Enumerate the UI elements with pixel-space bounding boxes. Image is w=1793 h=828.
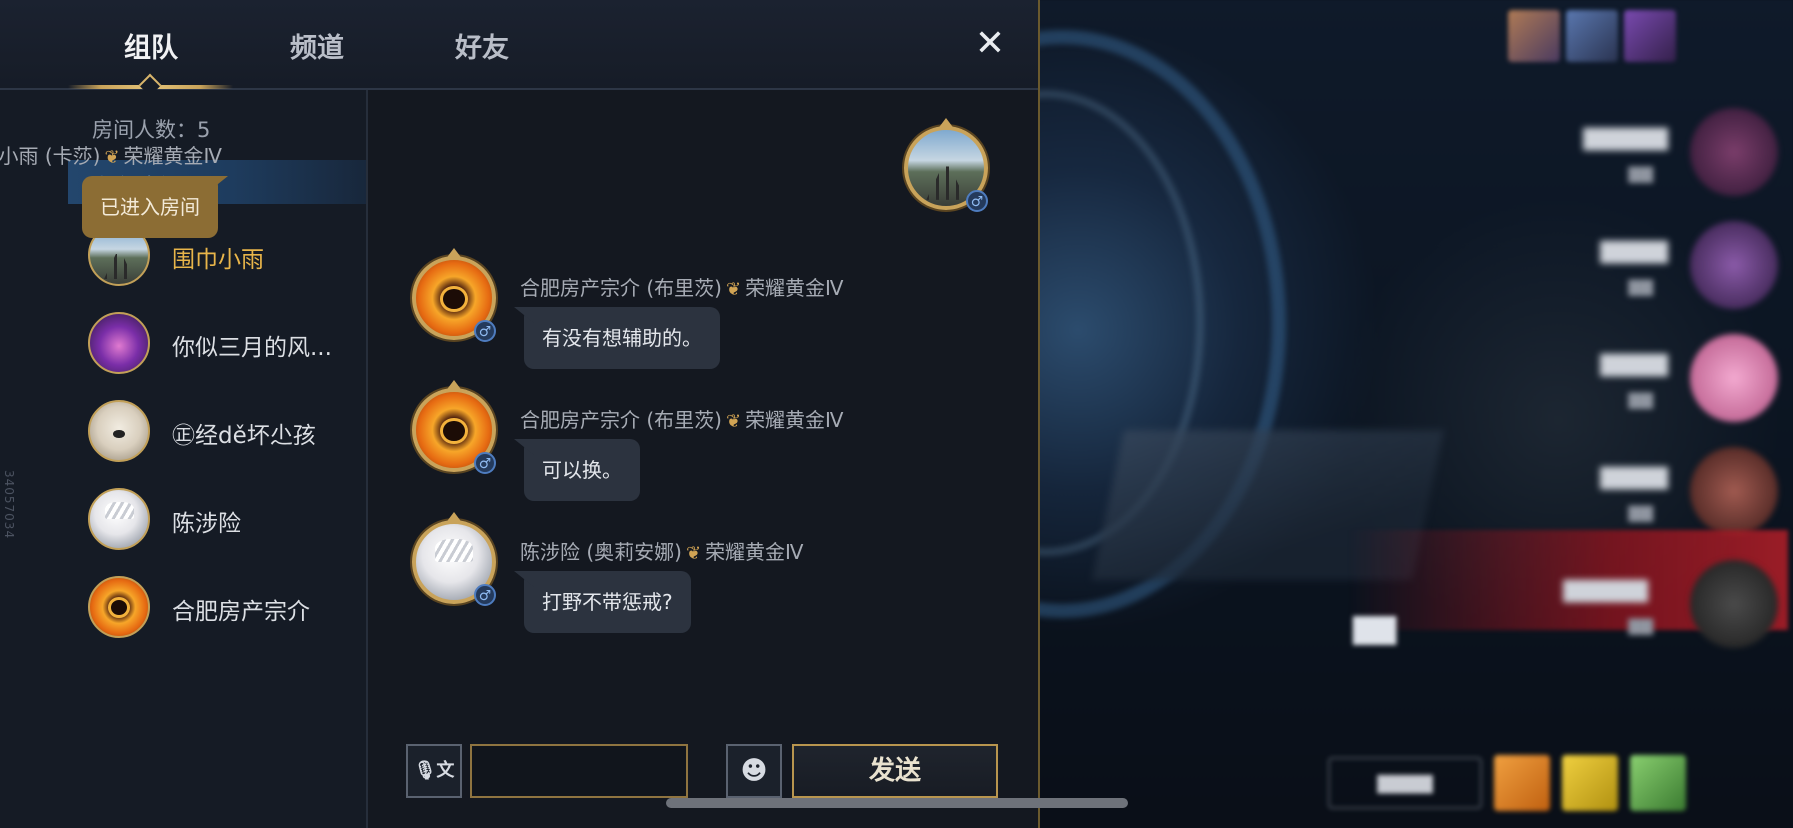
tab-bar: 组队 频道 好友 ✕ (0, 0, 1038, 97)
message-bubble: 可以换。 (524, 439, 640, 501)
message-meta: 合肥房产宗介 (布里茨) ❦ 荣耀黄金Ⅳ (520, 404, 844, 433)
message-meta: 合肥房产宗介 (布里茨) ❦ 荣耀黄金Ⅳ (520, 272, 844, 301)
tab-team[interactable]: 组队 (124, 26, 178, 65)
background-icon (1508, 10, 1560, 62)
rank-emblem-icon: ❦ (685, 543, 702, 564)
game-background: ▇▇▇▇▇ ▇▇ ▇▇▇▇ ▇▇ ▇▇▇▇ ▇▇ ▇▇▇▇ ▇▇ ▇▇▇▇▇ ▇… (1038, 0, 1793, 828)
member-name: 合肥房产宗介 (172, 599, 310, 625)
member-name: 你似三月的风... (172, 335, 332, 361)
member-item[interactable]: 合肥房产宗介 (88, 576, 358, 646)
avatar (88, 576, 150, 638)
rank-label: 荣耀黄金Ⅳ (123, 144, 222, 168)
tab-channel[interactable]: 频道 (290, 26, 344, 65)
member-item[interactable]: ㊣经dě坏尐孩 (88, 400, 358, 470)
home-indicator[interactable] (666, 798, 1128, 808)
rank-label: 荣耀黄金Ⅳ (705, 540, 804, 564)
background-icon (1624, 10, 1676, 62)
member-item[interactable]: 你似三月的风... (88, 312, 358, 382)
rank-label: 荣耀黄金Ⅳ (745, 276, 844, 300)
message-meta: 围巾小雨 (卡莎)❦荣耀黄金Ⅳ (0, 140, 222, 169)
rank-label: 荣耀黄金Ⅳ (745, 408, 844, 432)
watermark: 34057034 (2, 470, 16, 540)
close-icon[interactable]: ✕ (970, 24, 1010, 64)
chat-messages: ♂ 围巾小雨 (卡莎)❦荣耀黄金Ⅳ 已进入房间 ♂ 合肥房产宗介 (布里茨)❦荣… (0, 90, 1038, 828)
background-roster-row: ▇▇▇▇ ▇▇ (1398, 221, 1778, 334)
rank-emblem-icon: ❦ (725, 411, 742, 432)
background-count: ▇▇ (1353, 612, 1397, 645)
background-roster-row: ▇▇▇▇▇ ▇▇ (1398, 108, 1778, 221)
male-gender-icon: ♂ (474, 452, 496, 474)
emoji-icon[interactable]: ☻ (726, 744, 782, 798)
chat-panel: 组队 频道 好友 ✕ 34057034 房间人数：5 我方队伍 围巾小雨 你似三… (0, 0, 1040, 828)
avatar (88, 488, 150, 550)
male-gender-icon: ♂ (966, 190, 988, 212)
background-bottom-bar: ▇▇▇▇ (1328, 755, 1686, 811)
message-meta: 陈涉险 (奥莉安娜) ❦ 荣耀黄金Ⅳ (520, 536, 804, 565)
male-gender-icon: ♂ (474, 584, 496, 606)
member-name: 围巾小雨 (172, 247, 264, 273)
background-roster-row: ▇▇▇▇ ▇▇ (1398, 334, 1778, 447)
background-top-icons (1508, 10, 1676, 62)
sender-name: 合肥房产宗介 (布里茨) (520, 408, 722, 432)
sender-name: 合肥房产宗介 (布里茨) (520, 276, 722, 300)
member-name: ㊣经dě坏尐孩 (172, 423, 316, 449)
background-roster: ▇▇▇▇▇ ▇▇ ▇▇▇▇ ▇▇ ▇▇▇▇ ▇▇ ▇▇▇▇ ▇▇ ▇▇▇▇▇ ▇… (1398, 108, 1778, 673)
sender-name: 陈涉险 (奥莉安娜) (520, 540, 682, 564)
avatar (88, 312, 150, 374)
tab-friends[interactable]: 好友 (455, 26, 509, 65)
send-button[interactable]: 发送 (792, 744, 998, 798)
message-bubble: 有没有想辅助的。 (524, 307, 720, 369)
avatar (88, 400, 150, 462)
message-bubble: 打野不带惩戒? (524, 571, 691, 633)
rank-emblem-icon: ❦ (104, 147, 120, 168)
voice-to-text-button[interactable]: 🎙文 (406, 744, 462, 798)
message-bubble: 已进入房间 (82, 176, 218, 238)
male-gender-icon: ♂ (474, 320, 496, 342)
background-roster-row: ▇▇▇▇▇ ▇▇ (1398, 560, 1778, 673)
background-icon (1566, 10, 1618, 62)
member-item[interactable]: 陈涉险 (88, 488, 358, 558)
rank-emblem-icon: ❦ (725, 279, 742, 300)
sender-name: 围巾小雨 (卡莎) (0, 144, 101, 168)
message-input[interactable] (470, 744, 688, 798)
member-name: 陈涉险 (172, 511, 241, 537)
